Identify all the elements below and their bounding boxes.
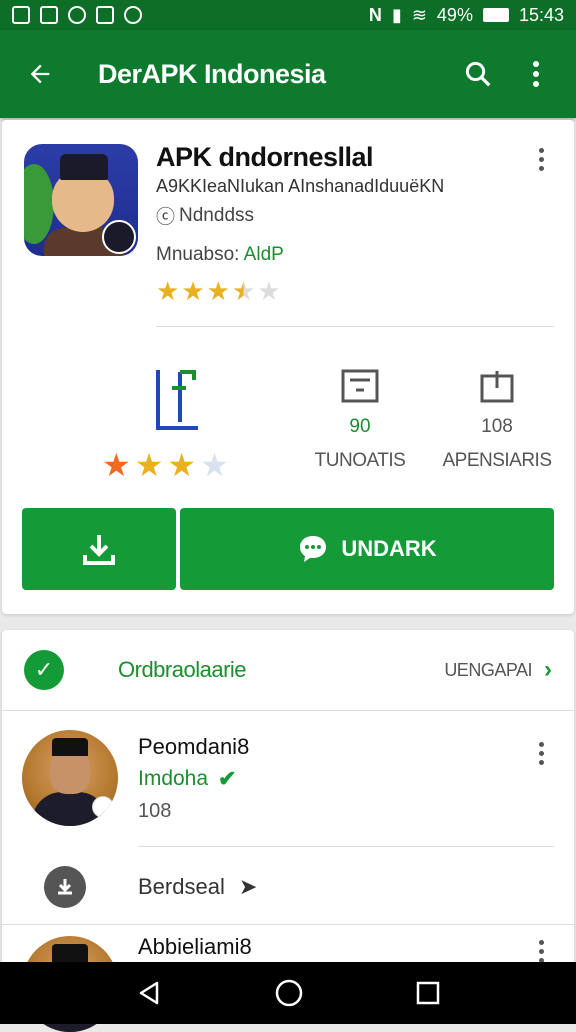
download-row-label: Berdseal [138, 874, 225, 900]
stat-value: 90 [349, 416, 370, 438]
tag-icon [92, 796, 114, 818]
wifi-icon: ≋ [412, 5, 427, 26]
app-subtitle: A9KKIeaNIukan AInshanadIduuëKN [156, 176, 444, 197]
app-name: APK dndornesllal [156, 142, 373, 173]
divider [2, 710, 574, 711]
battery-percent: 49% [437, 5, 473, 26]
rating-stars-large: ★ ★ ★ ★ [102, 446, 229, 484]
app-info-card: APK dndornesllal A9KKIeaNIukan AInshanad… [2, 120, 574, 614]
action-buttons: UNDARK [22, 508, 554, 590]
status-time: 15:43 [519, 5, 564, 26]
chat-icon [297, 533, 329, 565]
stat-apensiaris: 108 APENSIARIS [434, 368, 560, 472]
star-icon: ★ [102, 446, 131, 484]
stat-value: 108 [481, 416, 513, 438]
signal-icon: ▮ [392, 5, 402, 26]
recents-icon[interactable] [415, 980, 441, 1006]
network-label: N [369, 5, 382, 26]
stat-label: TUNOATIS [315, 450, 406, 472]
person-subtitle-row: Imdoha ✔ [138, 766, 236, 792]
list-card: ✓ Ordbraolaarie UENGAPAI › Peomdani8 Imd… [2, 630, 574, 970]
app-developer: ⓒ Ndnddss [156, 202, 254, 229]
app-more-button[interactable] [526, 144, 556, 174]
download-row[interactable]: Berdseal ➤ [2, 850, 574, 924]
divider [2, 924, 574, 925]
share-icon [479, 368, 515, 404]
document-icon [340, 368, 380, 404]
search-icon [463, 59, 493, 89]
search-button[interactable] [456, 52, 500, 96]
person-subtitle: Imdoha [138, 767, 208, 791]
stat-label: APENSIARIS [442, 450, 551, 472]
navigation-bar [0, 962, 576, 1024]
list-header-title: Ordbraolaarie [118, 657, 444, 683]
person-name: Abbieliami8 [138, 934, 252, 960]
person-name: Peomdani8 [138, 734, 249, 760]
cursor-icon: ➤ [239, 874, 257, 900]
list-header-row[interactable]: ✓ Ordbraolaarie UENGAPAI › [2, 630, 574, 710]
star-icon: ★ [135, 446, 164, 484]
copyright-icon: ⓒ [156, 202, 175, 229]
rating-stat [150, 366, 206, 432]
notification-icon [68, 6, 86, 24]
back-icon[interactable] [135, 979, 163, 1007]
divider [156, 326, 554, 327]
back-button[interactable] [18, 52, 62, 96]
meta-label: Mnuabso: [156, 244, 244, 265]
developer-name: Ndnddss [179, 205, 254, 227]
meta-value: AldP [244, 244, 284, 265]
rating-stars-small: ★ ★ ★ ★ ★ [156, 276, 281, 307]
arrow-back-icon [26, 60, 54, 88]
star-icon: ★ [200, 446, 229, 484]
star-icon: ★ [181, 276, 204, 307]
chevron-right-icon: › [544, 656, 552, 684]
person-more-button[interactable] [526, 738, 556, 768]
image-icon [96, 6, 114, 24]
download-circle-icon [44, 866, 86, 908]
star-icon: ★ [156, 276, 179, 307]
more-vert-icon [531, 59, 541, 89]
star-icon: ★ [167, 446, 196, 484]
primary-action-label: UNDARK [341, 536, 436, 562]
star-icon: ★ [207, 276, 230, 307]
clock-icon [124, 6, 142, 24]
person-count: 108 [138, 800, 171, 823]
check-icon: ✓ [24, 650, 64, 690]
home-icon[interactable] [274, 978, 304, 1008]
primary-action-button[interactable]: UNDARK [180, 508, 554, 590]
page-title: DerAPK Indonesia [98, 59, 456, 90]
verified-check-icon: ✔ [218, 766, 236, 792]
notification-icon [12, 6, 30, 24]
app-logo [24, 144, 138, 256]
divider [138, 846, 554, 847]
notification-icon [40, 6, 58, 24]
stat-tunoatis: 90 TUNOATIS [312, 368, 408, 472]
status-bar: N ▮ ≋ 49% 15:43 [0, 0, 576, 30]
avatar[interactable] [22, 730, 118, 826]
chart-icon [150, 366, 206, 432]
badge-icon [102, 220, 136, 254]
download-button[interactable] [22, 508, 176, 590]
battery-icon [483, 8, 509, 22]
star-icon: ★ [257, 276, 280, 307]
download-icon [79, 529, 119, 569]
see-all-link[interactable]: UENGAPAI [444, 660, 532, 681]
app-bar: DerAPK Indonesia [0, 30, 576, 118]
star-half-icon: ★ [232, 276, 255, 307]
app-meta: Mnuabso: AldP [156, 244, 284, 266]
overflow-menu-button[interactable] [514, 52, 558, 96]
